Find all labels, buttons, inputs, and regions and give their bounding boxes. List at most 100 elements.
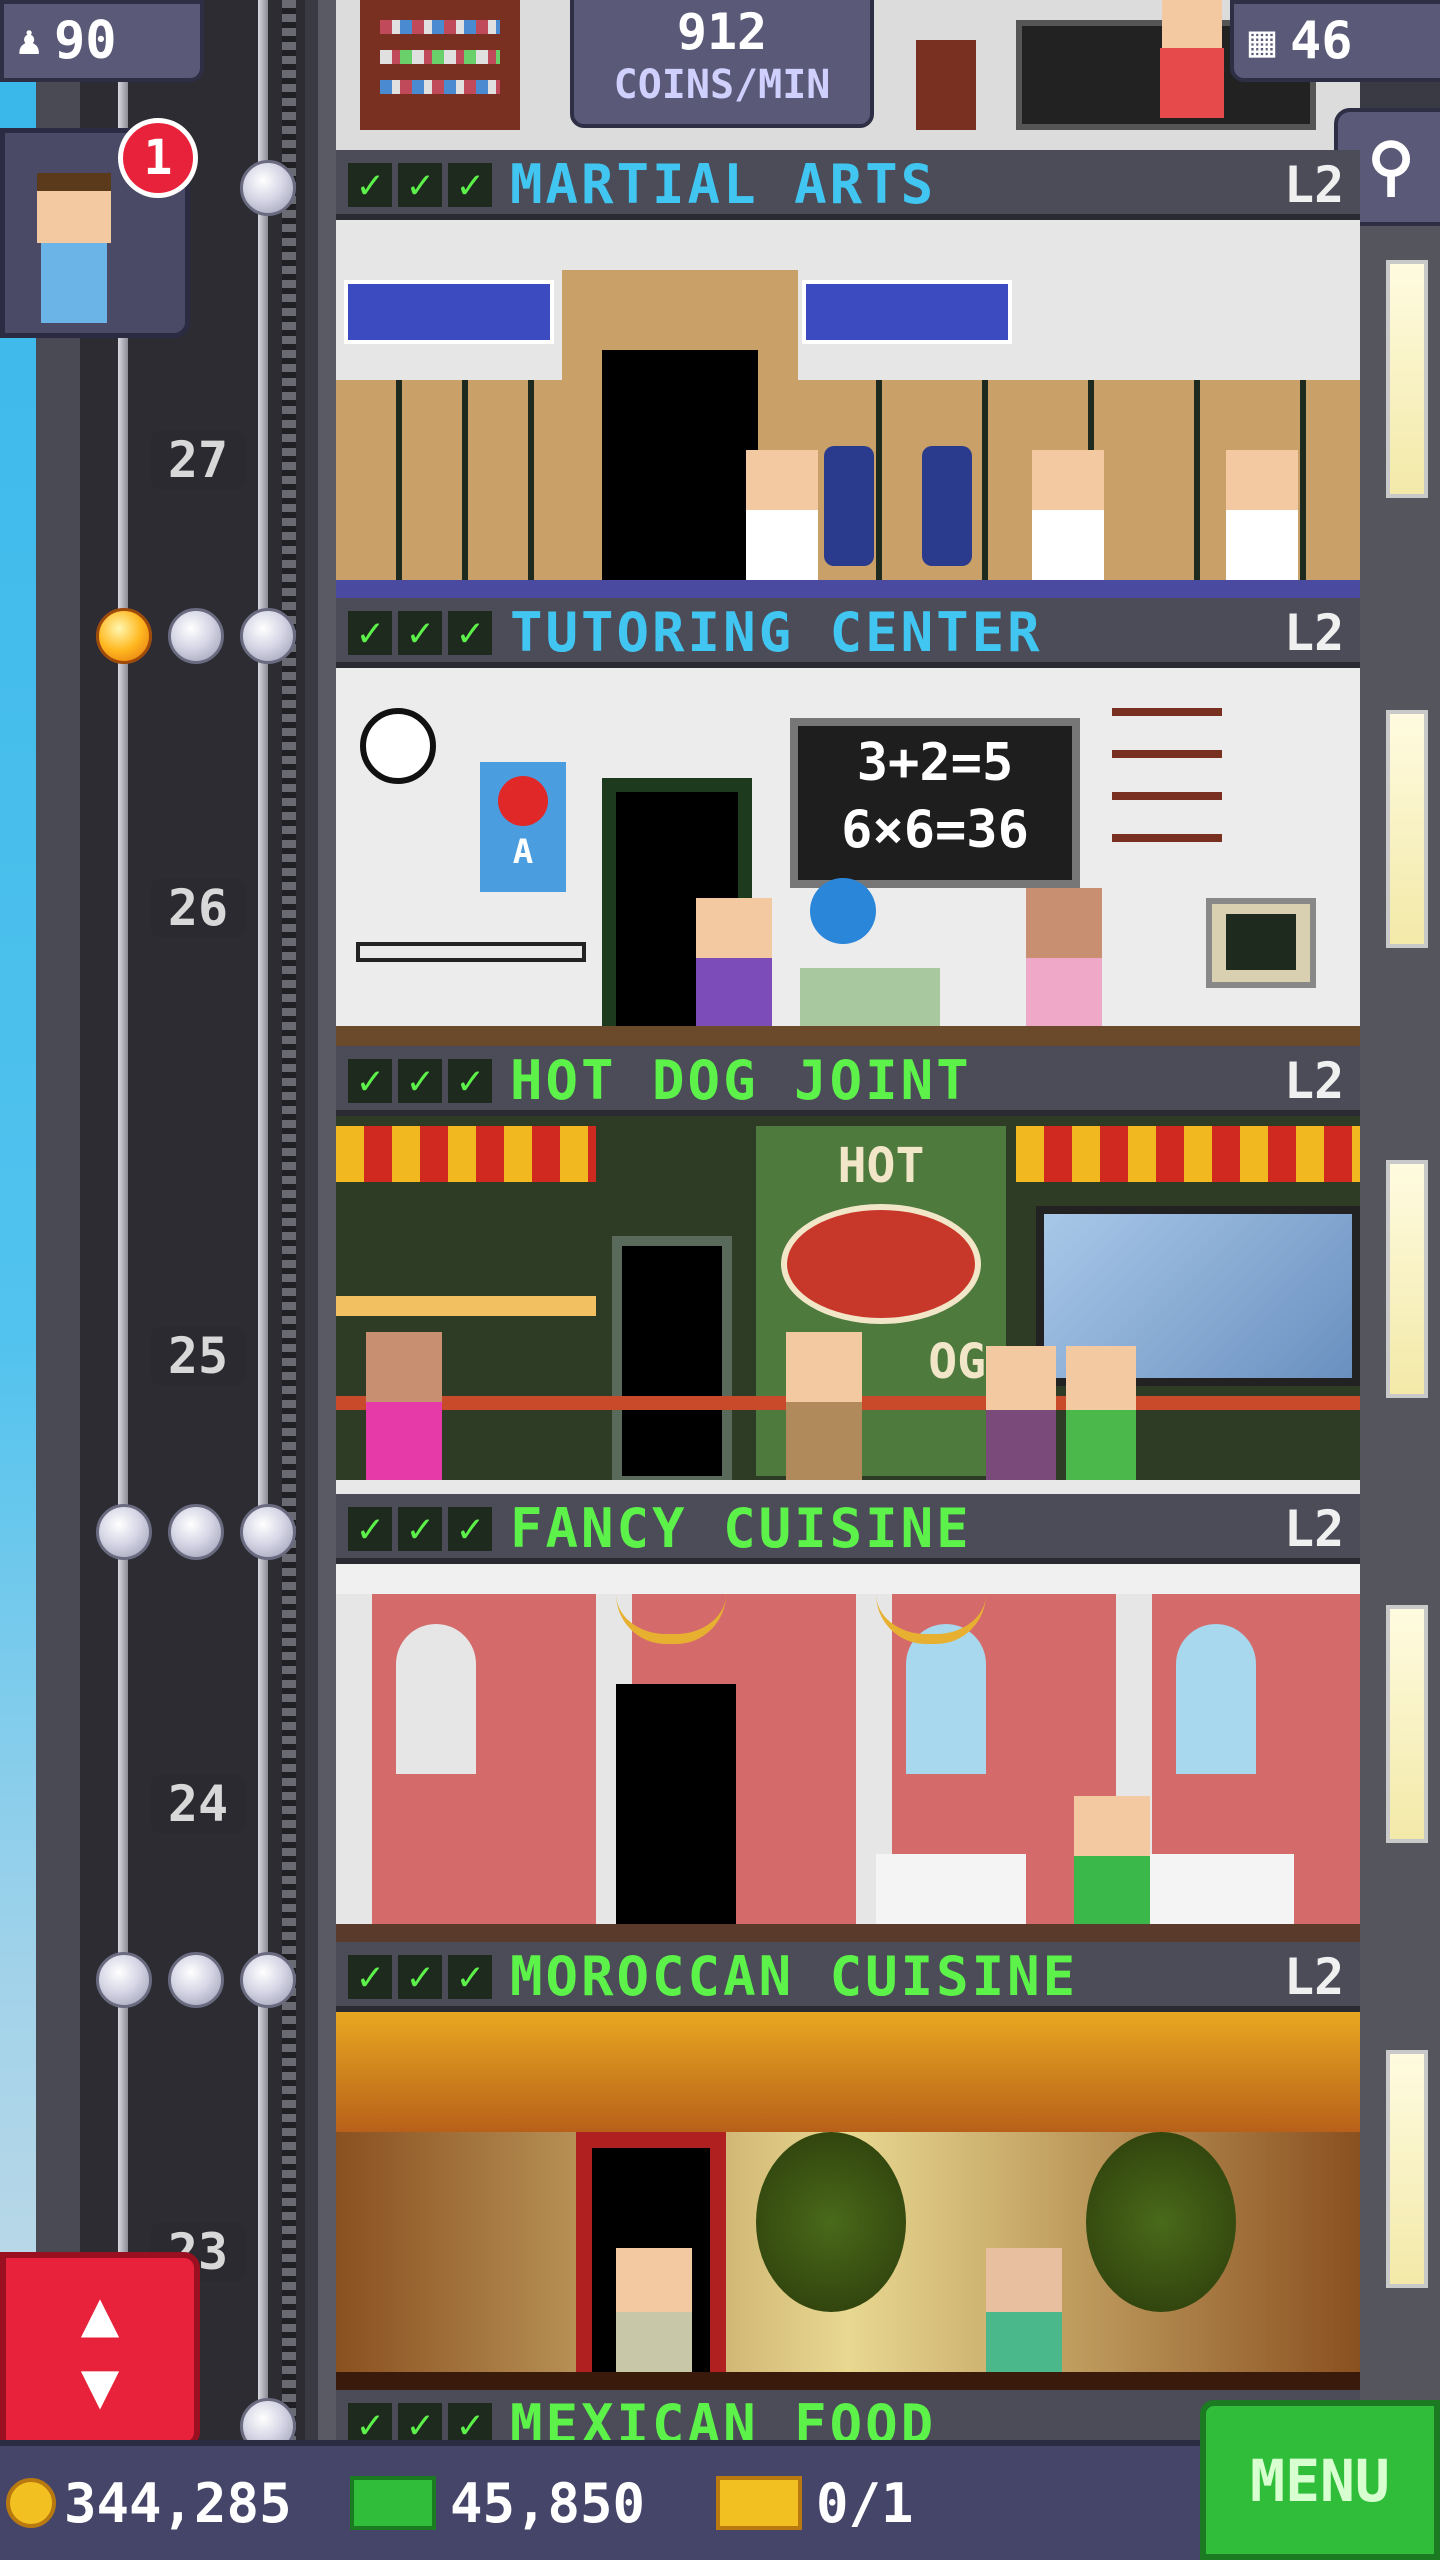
check-icon: ✓ xyxy=(448,611,492,655)
star-icon xyxy=(96,608,152,664)
floor-level: L2 xyxy=(1284,1948,1345,2006)
person[interactable] xyxy=(1026,888,1102,1038)
person[interactable] xyxy=(1074,1796,1150,1924)
floor-checks: ✓ ✓ ✓ xyxy=(348,150,492,220)
person[interactable] xyxy=(746,450,818,580)
doorway[interactable] xyxy=(612,1236,732,1486)
floor-counter[interactable]: ▦ 46 xyxy=(1230,0,1440,82)
bookshelf xyxy=(1112,708,1222,858)
person[interactable] xyxy=(616,2248,692,2378)
bookshelf xyxy=(360,0,520,130)
coins-value: 344,285 xyxy=(64,2471,292,2535)
clock-icon xyxy=(360,708,436,784)
person[interactable] xyxy=(696,898,772,1038)
elevator-rail xyxy=(258,0,268,2440)
star-icon xyxy=(240,1504,296,1560)
room-martial-arts[interactable] xyxy=(336,220,1360,598)
person-head xyxy=(1162,0,1222,48)
check-icon: ✓ xyxy=(348,1507,392,1551)
check-icon: ✓ xyxy=(348,611,392,655)
punching-bag xyxy=(922,446,972,566)
palm-plant xyxy=(1086,2132,1236,2312)
floor-checks: ✓ ✓ ✓ xyxy=(348,598,492,668)
menu-button[interactable]: MENU xyxy=(1200,2400,1440,2560)
floor-name: FANCY CUISINE xyxy=(510,1497,972,1560)
person[interactable] xyxy=(986,1346,1056,1492)
coins-display[interactable]: 344,285 xyxy=(6,2468,292,2538)
elevator-rail xyxy=(118,0,128,2440)
population-value: 90 xyxy=(54,11,117,71)
computer xyxy=(1206,898,1316,988)
check-icon: ✓ xyxy=(398,1507,442,1551)
floor-name: HOT DOG JOINT xyxy=(510,1049,972,1112)
food-counter xyxy=(336,1296,596,1316)
globe xyxy=(810,878,876,944)
floor-checks: ✓ ✓ ✓ xyxy=(348,1942,492,2012)
weapon-rack xyxy=(336,380,586,580)
population-counter[interactable]: ♟ 90 xyxy=(0,0,204,82)
floor-number: 25 xyxy=(150,1326,246,1386)
floor-checks: ✓ ✓ ✓ xyxy=(348,1046,492,1116)
bux-display[interactable]: 45,850 xyxy=(350,2468,645,2538)
elevator-shaft[interactable] xyxy=(80,0,305,2440)
floor-name: TUTORING CENTER xyxy=(510,601,1043,664)
coins-per-min-value: 912 xyxy=(676,3,768,61)
check-icon: ✓ xyxy=(398,163,442,207)
person[interactable] xyxy=(1032,450,1104,580)
person[interactable] xyxy=(986,2248,1062,2378)
floor-number: 26 xyxy=(150,878,246,938)
doorway[interactable] xyxy=(616,1684,736,1924)
elevator-arrows-icon: ▲ ▼ xyxy=(80,2277,120,2423)
ceiling-molding xyxy=(336,1564,1360,1594)
wall-banner xyxy=(344,280,554,344)
person[interactable] xyxy=(366,1332,442,1492)
check-icon: ✓ xyxy=(348,1955,392,1999)
coins-per-min-panel: 912 COINS/MIN xyxy=(570,0,874,128)
star-icon xyxy=(168,1952,224,2008)
person[interactable] xyxy=(1226,450,1298,580)
doorway[interactable] xyxy=(602,350,758,590)
room-moroccan-cuisine[interactable] xyxy=(336,2012,1360,2390)
check-icon: ✓ xyxy=(398,1955,442,1999)
elevator-cable xyxy=(282,0,296,2440)
floor-strip xyxy=(336,1026,1360,1046)
room-fancy-cuisine[interactable] xyxy=(336,1564,1360,1942)
tickets-display[interactable]: 0/1 xyxy=(716,2468,914,2538)
person[interactable] xyxy=(786,1332,862,1492)
window-light xyxy=(1386,260,1428,498)
check-icon: ✓ xyxy=(448,1955,492,1999)
floor-strip xyxy=(336,1480,1360,1494)
chalkboard-line: 6×6=36 xyxy=(841,800,1029,860)
check-icon: ✓ xyxy=(348,163,392,207)
person-body xyxy=(1160,48,1224,118)
sign-text: HOT xyxy=(837,1138,925,1194)
floor-number: 24 xyxy=(150,1774,246,1834)
window xyxy=(1176,1624,1256,1774)
plant-stand xyxy=(916,40,976,130)
coins-per-min-label: COINS/MIN xyxy=(613,62,831,108)
window xyxy=(906,1624,986,1774)
floor-strip xyxy=(336,1924,1360,1942)
visitor-body xyxy=(41,243,107,323)
visitor-head xyxy=(37,173,111,243)
room-hot-dog-joint[interactable]: HOT OG xyxy=(336,1116,1360,1494)
elevator-control-button[interactable]: ▲ ▼ xyxy=(0,2252,200,2448)
window-light xyxy=(1386,2050,1428,2288)
room-tutoring-center[interactable]: A 3+2=5 6×6=36 xyxy=(336,668,1360,1046)
chalkboard: 3+2=5 6×6=36 xyxy=(790,718,1080,888)
star-icon xyxy=(96,1504,152,1560)
star-icon xyxy=(240,160,296,216)
floor-checks: ✓ ✓ ✓ xyxy=(348,1494,492,1564)
window xyxy=(396,1624,476,1774)
star-icon xyxy=(240,608,296,664)
floor-strip xyxy=(336,2372,1360,2390)
population-icon: ♟ xyxy=(16,18,42,64)
floor-level: L2 xyxy=(1284,1052,1345,1110)
check-icon: ✓ xyxy=(398,1059,442,1103)
floor-name: MARTIAL ARTS xyxy=(510,153,937,216)
star-icon xyxy=(168,1504,224,1560)
apple-label: A xyxy=(512,832,534,872)
person[interactable] xyxy=(1066,1346,1136,1492)
palm-plant xyxy=(756,2132,906,2312)
desk xyxy=(356,942,586,962)
